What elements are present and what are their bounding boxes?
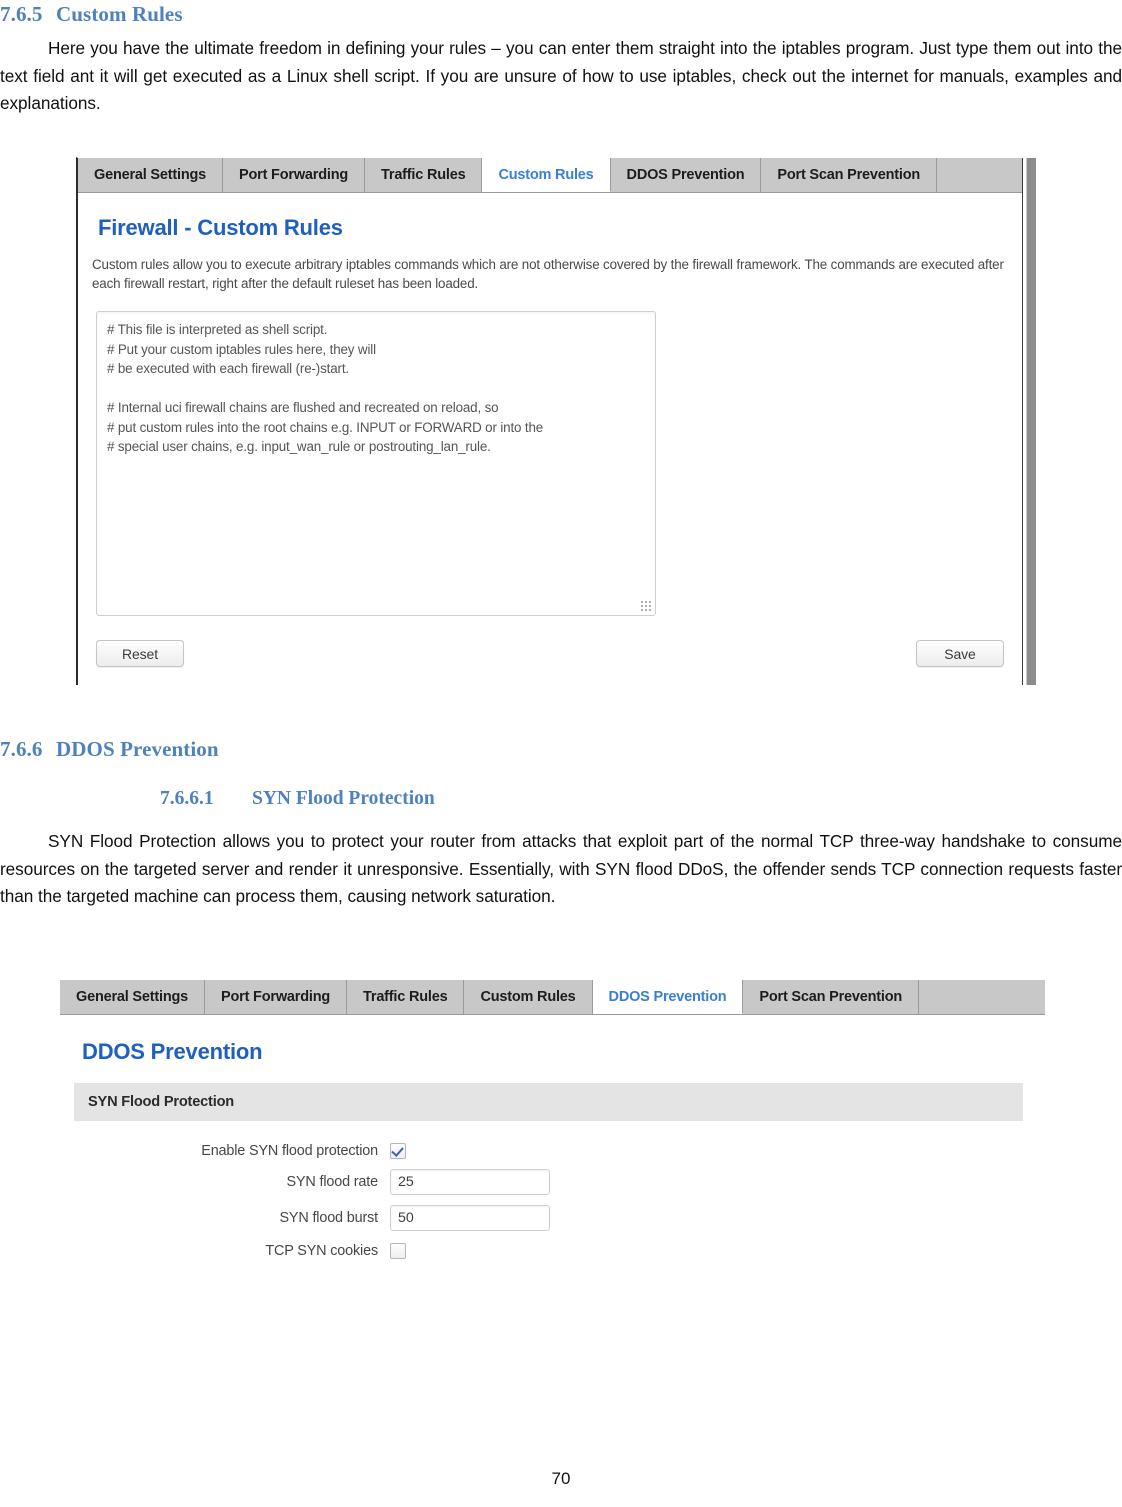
tabbar-filler [937,158,1022,192]
heading-7-6-6-number: 7.6.6 [0,737,43,761]
label-tcp-syn-cookies: TCP SYN cookies [265,1243,378,1259]
field-row-enable-syn-flood-protection: Enable SYN flood protection [60,1143,1045,1159]
tab-ddos-prevention-2[interactable]: DDOS Prevention [592,980,744,1014]
checkbox-enable-syn-flood-protection[interactable] [390,1143,406,1159]
tab-general-settings[interactable]: General Settings [78,158,224,192]
paragraph-custom-rules: Here you have the ultimate freedom in de… [0,35,1122,118]
screenshot-ddos-prevention: General Settings Port Forwarding Traffic… [60,980,1045,1320]
screenshot-firewall-custom-rules: General Settings Port Forwarding Traffic… [76,157,1036,685]
textarea-resize-grip-icon[interactable] [640,600,652,612]
label-syn-flood-burst: SYN flood burst [279,1210,378,1226]
heading-7-6-5-number: 7.6.5 [0,2,43,26]
tab-port-scan-prevention[interactable]: Port Scan Prevention [761,158,938,192]
section-header-syn-flood-protection: SYN Flood Protection [74,1083,1023,1121]
input-syn-flood-rate[interactable]: 25 [390,1169,550,1195]
panel-description: Custom rules allow you to execute arbitr… [92,257,1004,291]
custom-rules-textarea-value: # This file is interpreted as shell scri… [107,322,544,454]
page-number: 70 [551,1469,571,1488]
tabbar-firewall-ddos: General Settings Port Forwarding Traffic… [60,980,1045,1015]
tabbar-filler-2 [919,980,1045,1014]
panel-title-ddos-prevention: DDOS Prevention [82,1039,263,1064]
document-page: 7.6.5 Custom Rules Here you have the ult… [0,0,1122,1507]
tab-custom-rules-2[interactable]: Custom Rules [464,980,593,1014]
label-syn-flood-rate: SYN flood rate [286,1174,379,1190]
panel-title-firewall-custom-rules: Firewall - Custom Rules [98,215,343,240]
tabbar-firewall: General Settings Port Forwarding Traffic… [78,158,1022,193]
heading-7-6-6-1: 7.6.6.1 SYN Flood Protection [160,788,1122,810]
screenshot-custom-rules-viewport: General Settings Port Forwarding Traffic… [78,158,1023,685]
paragraph-custom-rules-text: Here you have the ultimate freedom in de… [0,38,1122,113]
heading-7-6-6: 7.6.6 DDOS Prevention [0,737,1122,762]
heading-7-6-6-1-number: 7.6.6.1 [160,788,214,809]
input-syn-flood-burst[interactable]: 50 [390,1205,550,1231]
tab-traffic-rules-2[interactable]: Traffic Rules [347,980,465,1014]
tab-ddos-prevention[interactable]: DDOS Prevention [610,158,762,192]
browser-scrollbar[interactable] [1026,158,1036,685]
save-button[interactable]: Save [916,640,1004,667]
tab-port-forwarding-2[interactable]: Port Forwarding [205,980,348,1014]
tab-general-settings-2[interactable]: General Settings [60,980,206,1014]
field-row-syn-flood-rate: SYN flood rate 25 [60,1169,1045,1195]
tab-custom-rules[interactable]: Custom Rules [482,158,611,192]
reset-button[interactable]: Reset [96,640,184,667]
heading-7-6-5: 7.6.5 Custom Rules [0,2,1122,27]
label-enable-syn-flood-protection: Enable SYN flood protection [201,1143,378,1159]
custom-rules-textarea[interactable]: # This file is interpreted as shell scri… [96,311,656,616]
tab-traffic-rules[interactable]: Traffic Rules [365,158,483,192]
checkbox-tcp-syn-cookies[interactable] [390,1243,406,1259]
field-row-tcp-syn-cookies: TCP SYN cookies [60,1243,1045,1259]
paragraph-syn-flood: SYN Flood Protection allows you to prote… [0,828,1122,911]
heading-7-6-6-title: DDOS Prevention [56,737,219,761]
field-row-syn-flood-burst: SYN flood burst 50 [60,1205,1045,1231]
heading-7-6-6-1-title: SYN Flood Protection [252,788,435,809]
heading-7-6-5-title: Custom Rules [56,2,183,26]
paragraph-syn-flood-text: SYN Flood Protection allows you to prote… [0,831,1122,906]
tab-port-forwarding[interactable]: Port Forwarding [223,158,366,192]
tab-port-scan-prevention-2[interactable]: Port Scan Prevention [743,980,920,1014]
